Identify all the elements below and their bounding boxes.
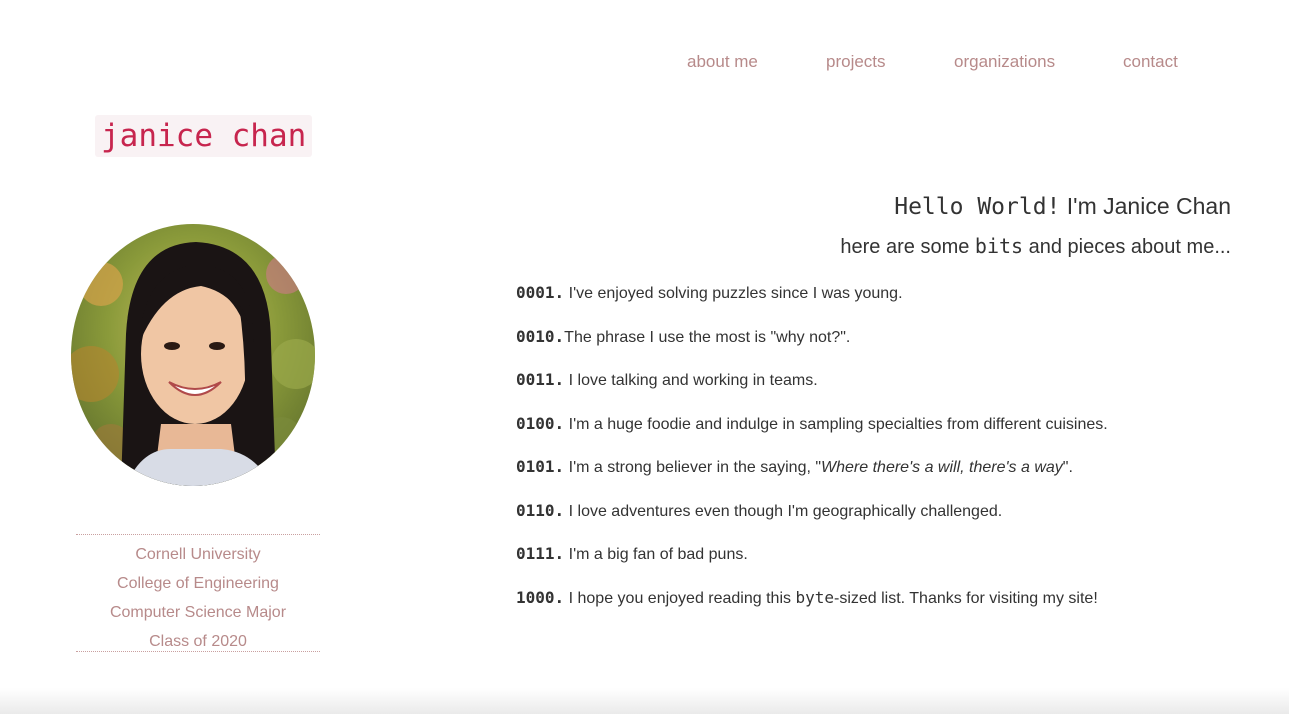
intro-subtitle: here are some bits and pieces about me..… [840,234,1231,259]
nav-projects[interactable]: projects [826,52,886,72]
greeting-name: I'm Janice Chan [1060,193,1231,219]
fact-text: I love adventures even though I'm geogra… [564,502,1003,520]
fact-item: 0010.The phrase I use the most is "why n… [516,327,1236,371]
fact-item: 1000. I hope you enjoyed reading this by… [516,588,1236,632]
fact-number: 0111. [516,544,565,563]
fact-text: ". [1062,459,1073,476]
fact-text: The phrase I use the most is "why not?". [564,328,851,346]
subtitle-part: here are some [840,236,975,258]
fact-item: 0011. I love talking and working in team… [516,370,1236,414]
fact-number: 0101. [516,457,565,476]
fact-code: byte [795,587,834,607]
subtitle-code: bits [974,234,1024,258]
fact-number: 0110. [516,500,565,520]
education-info: Cornell University College of Engineerin… [76,534,320,652]
fact-number: 0001. [516,283,565,302]
top-nav: about me projects organizations contact [0,52,1289,76]
fact-text: I've enjoyed solving puzzles since I was… [564,285,903,302]
fact-text: -sized list. Thanks for visiting my site… [833,589,1098,607]
fact-item: 0101. I'm a strong believer in the sayin… [516,457,1236,501]
fact-number: 0011. [516,370,565,389]
bottom-shadow [0,688,1289,714]
nav-about-me[interactable]: about me [687,52,758,72]
fact-text: I'm a big fan of bad puns. [564,546,748,563]
fact-text: I'm a strong believer in the saying, " [564,459,822,476]
education-major: Computer Science Major [109,604,287,621]
nav-contact[interactable]: contact [1123,52,1178,72]
fact-item: 0110. I love adventures even though I'm … [516,501,1236,545]
education-college: College of Engineering [117,575,279,592]
fact-quote: Where there's a will, there's a way [821,459,1063,476]
greeting-code: Hello World! [894,194,1061,220]
fact-number: 0010. [516,326,565,346]
fact-item: 0111. I'm a big fan of bad puns. [516,544,1236,588]
profile-photo [71,224,315,486]
fact-number: 1000. [516,587,565,607]
education-university: Cornell University [135,546,261,563]
fact-item: 0001. I've enjoyed solving puzzles since… [516,283,1236,327]
fact-number: 0100. [516,413,565,433]
subtitle-part: and pieces about me... [1023,236,1231,258]
site-logo[interactable]: janice chan [95,115,313,157]
facts-list: 0001. I've enjoyed solving puzzles since… [516,283,1236,631]
fact-item: 0100. I'm a huge foodie and indulge in s… [516,414,1236,458]
education-class: Class of 2020 [149,633,247,650]
fact-text: I'm a huge foodie and indulge in samplin… [564,415,1108,433]
greeting-heading: Hello World! I'm Janice Chan [894,193,1231,220]
nav-organizations[interactable]: organizations [954,52,1055,72]
fact-text: I hope you enjoyed reading this [564,589,796,607]
fact-text: I love talking and working in teams. [564,372,818,389]
